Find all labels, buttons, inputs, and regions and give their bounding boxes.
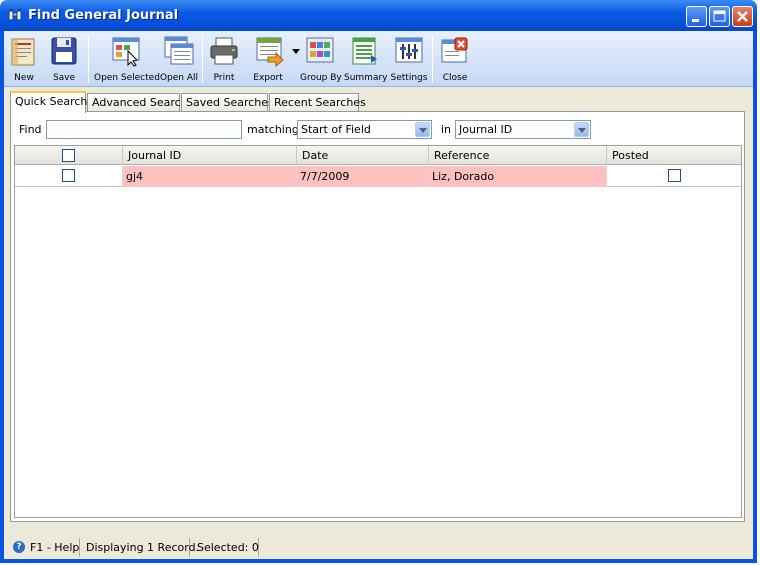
tab-recent-searches[interactable]: Recent Searches: [269, 93, 366, 112]
new-button[interactable]: New: [6, 33, 42, 85]
window-frame: Find General Journal New Save Open Selec…: [0, 0, 757, 563]
toolbar-separator: [88, 35, 89, 83]
floppy-disk-icon: [51, 37, 77, 65]
journal-id-cell[interactable]: gj4: [123, 166, 297, 187]
summary-button[interactable]: Summary: [344, 33, 388, 85]
close-button[interactable]: Close: [438, 33, 472, 85]
summary-icon: [352, 37, 377, 65]
save-label: Save: [52, 73, 76, 83]
grid-header: Journal ID Date Reference Posted: [15, 146, 741, 165]
chevron-down-icon[interactable]: [574, 122, 589, 137]
chevron-down-icon[interactable]: [292, 49, 300, 55]
matching-value: Start of Field: [301, 123, 371, 136]
open-selected-icon: [112, 37, 140, 67]
summary-label: Summary: [344, 73, 388, 83]
maximize-button[interactable]: [709, 6, 730, 27]
window-client: New Save Open Selected Open All Print Ex…: [4, 31, 753, 559]
toolbar-separator: [432, 35, 433, 83]
quick-search-panel: Find matching Start of Field in Journal …: [10, 111, 745, 522]
row-select-cell: [15, 166, 123, 187]
title-bar[interactable]: Find General Journal: [0, 0, 757, 31]
print-label: Print: [213, 73, 235, 83]
table-row[interactable]: gj4 7/7/2009 Liz, Dorado: [15, 166, 741, 187]
toolbar: New Save Open Selected Open All Print Ex…: [4, 31, 753, 87]
column-header-journal-id[interactable]: Journal ID: [123, 146, 297, 165]
close-window-button[interactable]: [732, 6, 753, 27]
maximize-icon: [713, 10, 726, 22]
save-button[interactable]: Save: [46, 33, 82, 85]
matching-dropdown[interactable]: Start of Field: [297, 120, 432, 139]
export-button[interactable]: Export: [248, 33, 302, 85]
find-input[interactable]: [46, 120, 242, 139]
export-label: Export: [253, 73, 283, 83]
column-header-date[interactable]: Date: [297, 146, 429, 165]
status-selected: Selected: 0: [193, 538, 259, 557]
group-by-button[interactable]: Group By: [300, 33, 342, 85]
settings-label: Settings: [390, 73, 428, 83]
group-by-icon: [306, 37, 334, 63]
window-title: Find General Journal: [28, 8, 179, 23]
minimize-button[interactable]: [686, 6, 707, 27]
status-bar: ? F1 - Help Displaying 1 Record. Selecte…: [4, 534, 753, 559]
open-selected-button[interactable]: Open Selected: [94, 33, 160, 85]
in-field-dropdown[interactable]: Journal ID: [455, 120, 591, 139]
close-icon: [737, 11, 748, 22]
help-icon[interactable]: ?: [13, 541, 25, 553]
settings-sliders-icon: [395, 37, 423, 63]
open-all-button[interactable]: Open All: [159, 33, 199, 85]
group-by-label: Group By: [300, 73, 342, 83]
in-field-value: Journal ID: [459, 123, 513, 136]
column-header-reference[interactable]: Reference: [429, 146, 607, 165]
minimize-icon: [692, 19, 699, 22]
row-select-checkbox[interactable]: [62, 169, 75, 182]
select-all-header: [15, 146, 123, 165]
matching-label: matching: [247, 123, 299, 136]
results-grid: Journal ID Date Reference Posted gj4 7/7…: [14, 145, 742, 518]
new-label: New: [14, 73, 34, 83]
reference-cell[interactable]: Liz, Dorado: [429, 166, 607, 187]
export-icon: [256, 37, 284, 67]
print-button[interactable]: Print: [206, 33, 242, 85]
new-document-icon: [11, 38, 35, 66]
posted-cell: [607, 166, 741, 187]
column-header-posted[interactable]: Posted: [607, 146, 741, 165]
date-cell[interactable]: 7/7/2009: [297, 166, 429, 187]
open-selected-label: Open Selected: [94, 73, 160, 83]
toolbar-separator: [202, 35, 203, 83]
open-all-icon: [164, 36, 194, 65]
close-label: Close: [442, 73, 468, 83]
open-all-label: Open All: [159, 73, 199, 83]
select-all-checkbox[interactable]: [62, 149, 75, 162]
posted-checkbox[interactable]: [668, 169, 681, 182]
tab-saved-searches[interactable]: Saved Searches: [181, 93, 274, 112]
tab-advanced-search[interactable]: Advanced Search: [87, 93, 188, 112]
tab-quick-search[interactable]: Quick Search: [10, 91, 87, 113]
binoculars-icon: [8, 9, 22, 21]
printer-icon: [210, 37, 238, 65]
find-label: Find: [19, 123, 42, 136]
in-label: in: [441, 123, 452, 136]
chevron-down-icon[interactable]: [415, 122, 430, 137]
close-window-icon: [441, 37, 468, 63]
status-records: Displaying 1 Record.: [82, 538, 199, 557]
status-help: F1 - Help: [26, 538, 80, 557]
settings-button[interactable]: Settings: [390, 33, 428, 85]
